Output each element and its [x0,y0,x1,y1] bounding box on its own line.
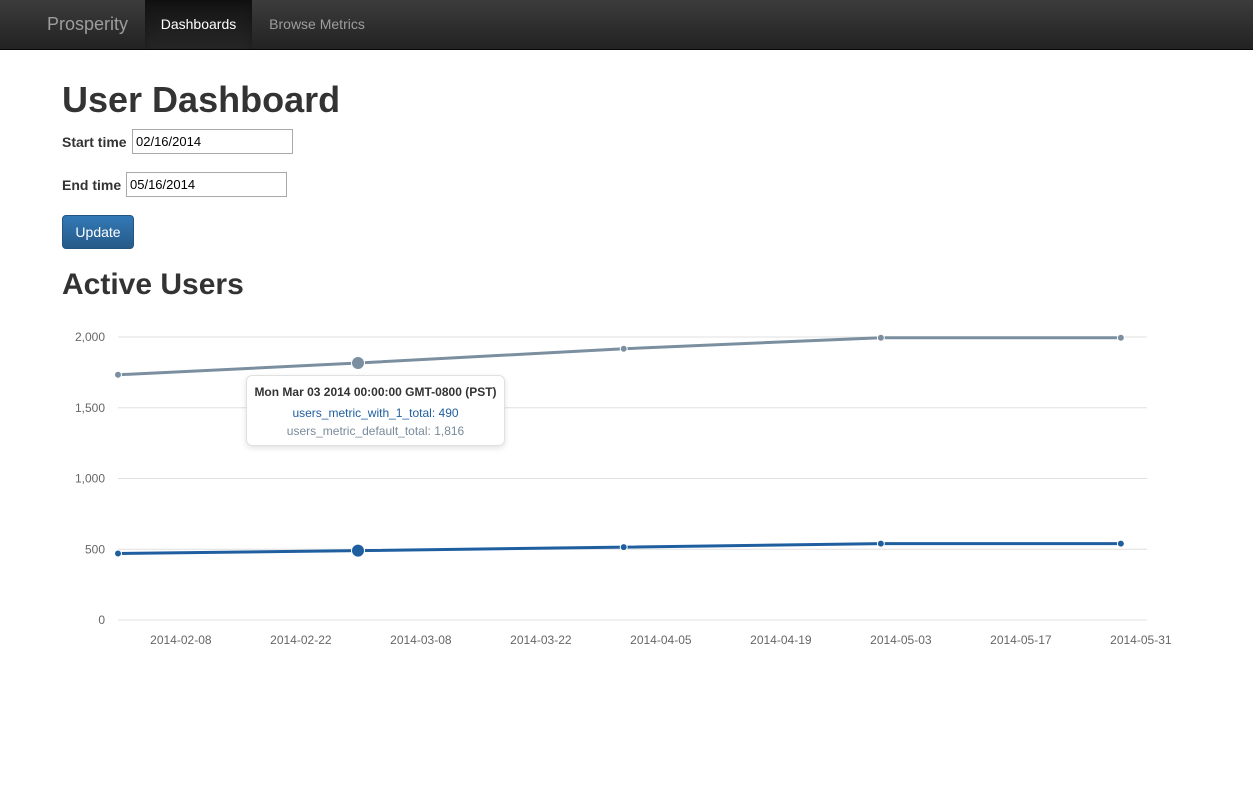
x-tick-label: 2014-05-31 [1110,633,1172,647]
x-tick-label: 2014-02-08 [150,633,212,647]
data-point [351,356,365,371]
chart-tooltip: Mon Mar 03 2014 00:00:00 GMT-0800 (PST) … [246,375,505,446]
tooltip-row-default: users_metric_default_total: 1,816 [286,424,465,438]
y-tick-label: 1,500 [75,401,105,415]
data-point [351,543,365,558]
data-point [619,344,628,353]
series-line [117,336,1121,377]
x-tick-label: 2014-05-03 [870,633,932,647]
data-point [114,370,122,379]
y-tick-label: 1,000 [75,472,105,486]
x-tick-label: 2014-05-17 [990,633,1052,647]
data-point [619,543,628,552]
tooltip-title: Mon Mar 03 2014 00:00:00 GMT-0800 (PST) [254,385,497,399]
series-line [117,542,1121,555]
x-tick-label: 2014-03-22 [510,633,572,647]
tooltip-row2-name: users_metric_default_total [286,424,428,438]
y-tick-label: 500 [85,542,105,556]
x-tick-label: 2014-04-05 [630,633,692,647]
x-tick-label: 2014-03-08 [390,633,452,647]
active-users-chart: 0 500 1,000 1,500 2,000 2014-02-08 2014-02-22 2… [75,330,1172,647]
data-point [876,539,885,548]
tooltip-row2-value: 1,816 [434,424,465,438]
data-point [876,333,885,342]
tooltip-row1-name: users_metric_with_1_total [292,406,432,420]
y-tick-label: 0 [98,613,105,627]
data-point [1116,333,1125,342]
x-tick-label: 2014-02-22 [270,633,332,647]
tooltip-row-with-1: users_metric_with_1_total: 490 [292,406,459,420]
y-tick-label: 2,000 [75,330,105,344]
data-point [114,549,122,558]
tooltip-row1-value: 490 [438,406,459,420]
data-point [1116,539,1125,548]
x-tick-label: 2014-04-19 [750,633,812,647]
